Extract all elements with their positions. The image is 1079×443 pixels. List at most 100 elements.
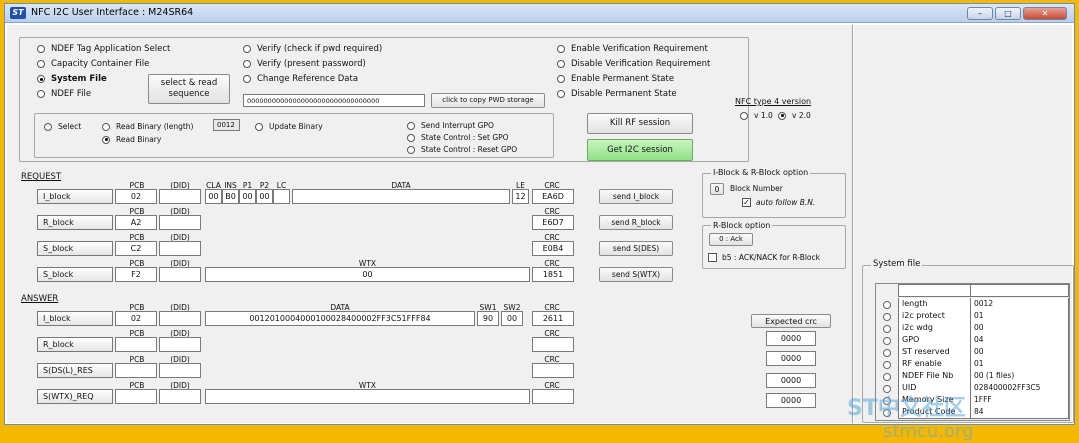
req-r-crc[interactable]: E6D7 — [532, 215, 574, 230]
row-radio[interactable] — [876, 408, 898, 417]
req-swtx-did[interactable] — [159, 267, 201, 282]
block-number-button[interactable]: 0 — [710, 183, 724, 195]
req-r-block-label[interactable]: R_block — [37, 215, 113, 230]
send-s-wtx-button[interactable]: send S(WTX) — [599, 267, 673, 282]
radio-state-set-gpo[interactable]: State Control : Set GPO — [407, 133, 509, 142]
b5-ack-nack-checkbox[interactable]: b5 : ACK/NACK for R-Block — [708, 253, 820, 262]
iblock-option-group — [702, 173, 846, 218]
ans-r-crc[interactable] — [532, 337, 574, 352]
req-s-pcb[interactable]: C2 — [115, 241, 157, 256]
ack-button[interactable]: 0 : Ack — [709, 233, 753, 246]
req-r-pcb[interactable]: A2 — [115, 215, 157, 230]
req-i-ins[interactable]: B0 — [222, 189, 239, 204]
close-button[interactable]: ✕ — [1023, 7, 1067, 20]
ans-r-pcb[interactable] — [115, 337, 157, 352]
req-i-pcb[interactable]: 02 — [115, 189, 157, 204]
radio-disable-verification[interactable]: Disable Verification Requirement — [557, 59, 710, 69]
req-i-block-label[interactable]: I_block — [37, 189, 113, 204]
send-r-block-button[interactable]: send R_block — [599, 215, 673, 230]
radio-capacity-container[interactable]: Capacity Container File — [37, 59, 149, 69]
ans-swtx-crc[interactable] — [532, 389, 574, 404]
radio-label: System File — [51, 74, 107, 84]
ans-sdes-crc[interactable] — [532, 363, 574, 378]
system-field-value[interactable]: 84 — [971, 406, 1069, 419]
ans-i-crc[interactable]: 2611 — [532, 311, 574, 326]
req-i-p1[interactable]: 00 — [239, 189, 256, 204]
radio-read-binary[interactable]: Read Binary — [102, 135, 161, 144]
row-radio[interactable] — [876, 372, 898, 381]
password-field[interactable]: 00000000000000000000000000000000 — [243, 94, 425, 107]
system-file-row[interactable]: Product Code 84 — [876, 406, 1071, 419]
row-radio[interactable] — [876, 360, 898, 369]
ans-swtx-did[interactable] — [159, 389, 201, 404]
ans-swtx-pcb[interactable] — [115, 389, 157, 404]
expected-crc-4[interactable]: 0000 — [766, 393, 816, 408]
row-radio[interactable] — [876, 300, 898, 309]
req-i-cla[interactable]: 00 — [205, 189, 222, 204]
radio-v2[interactable]: v 2.0 — [778, 111, 811, 120]
row-radio[interactable] — [876, 348, 898, 357]
row-radio[interactable] — [876, 324, 898, 333]
copy-pwd-button[interactable]: click to copy PWD storage — [431, 93, 545, 108]
req-i-le[interactable]: 12 — [512, 189, 529, 204]
ans-r-block-label[interactable]: R_block — [37, 337, 113, 352]
ans-s-wtx-label[interactable]: S(WTX)_REQ — [37, 389, 113, 404]
radio-ndef-file[interactable]: NDEF File — [37, 89, 91, 99]
send-s-des-button[interactable]: send S(DES) — [599, 241, 673, 256]
req-i-lc[interactable] — [273, 189, 290, 204]
req-swtx-crc[interactable]: 1851 — [532, 267, 574, 282]
radio-enable-verification[interactable]: Enable Verification Requirement — [557, 44, 708, 54]
req-i-data[interactable] — [292, 189, 510, 204]
radio-ndef-tag-select[interactable]: NDEF Tag Application Select — [37, 44, 170, 54]
radio-change-reference[interactable]: Change Reference Data — [243, 74, 358, 84]
req-s-wtx-label[interactable]: S_block — [37, 267, 113, 282]
radio-enable-permanent[interactable]: Enable Permanent State — [557, 74, 674, 84]
radio-send-interrupt[interactable]: Send Interrupt GPO — [407, 121, 494, 130]
req-i-did[interactable] — [159, 189, 201, 204]
req-s-crc[interactable]: E0B4 — [532, 241, 574, 256]
maximize-button[interactable]: □ — [995, 7, 1021, 20]
ans-sdes-pcb[interactable] — [115, 363, 157, 378]
expected-crc-3[interactable]: 0000 — [766, 373, 816, 388]
ans-r-did[interactable] — [159, 337, 201, 352]
radio-verify-present[interactable]: Verify (present password) — [243, 59, 366, 69]
radio-system-file[interactable]: System File — [37, 74, 107, 84]
row-radio[interactable] — [876, 384, 898, 393]
select-read-sequence-button[interactable]: select & read sequence — [148, 74, 230, 104]
send-i-block-button[interactable]: send I_block — [599, 189, 673, 204]
ans-sdes-did[interactable] — [159, 363, 201, 378]
ans-i-sw2[interactable]: 00 — [501, 311, 523, 326]
ans-i-block-label[interactable]: I_block — [37, 311, 113, 326]
radio-update-binary[interactable]: Update Binary — [255, 122, 323, 131]
ans-i-data[interactable]: 0012010004000100028400002FF3C51FFF84 — [205, 311, 475, 326]
ans-i-sw1[interactable]: 90 — [477, 311, 499, 326]
req-swtx-pcb[interactable]: F2 — [115, 267, 157, 282]
req-s-block-label[interactable]: S_block — [37, 241, 113, 256]
req-s-did[interactable] — [159, 241, 201, 256]
row-radio[interactable] — [876, 312, 898, 321]
req-r-did[interactable] — [159, 215, 201, 230]
radio-v1[interactable]: v 1.0 — [740, 111, 773, 120]
row-radio[interactable] — [876, 396, 898, 405]
ans-swtx-wtx[interactable] — [205, 389, 530, 404]
auto-follow-checkbox[interactable]: ✓ auto follow B.N. — [742, 198, 815, 207]
radio-read-binary-length[interactable]: Read Binary (length) — [102, 122, 193, 131]
expected-crc-2[interactable]: 0000 — [766, 351, 816, 366]
minimize-button[interactable]: – — [967, 7, 993, 20]
row-radio[interactable] — [876, 336, 898, 345]
kill-rf-session-button[interactable]: Kill RF session — [587, 113, 693, 134]
req-swtx-wtx[interactable]: 00 — [205, 267, 530, 282]
radio-select[interactable]: Select — [44, 122, 81, 131]
ans-i-did[interactable] — [159, 311, 201, 326]
radio-verify-check[interactable]: Verify (check if pwd required) — [243, 44, 382, 54]
expected-crc-button[interactable]: Expected crc — [751, 314, 831, 328]
ans-s-des-label[interactable]: S(DS(L)_RES — [37, 363, 113, 378]
req-i-p2[interactable]: 00 — [256, 189, 273, 204]
expected-crc-1[interactable]: 0000 — [766, 331, 816, 346]
get-i2c-session-button[interactable]: Get I2C session — [587, 139, 693, 161]
radio-disable-permanent[interactable]: Disable Permanent State — [557, 89, 677, 99]
radio-state-reset-gpo[interactable]: State Control : Reset GPO — [407, 145, 517, 154]
req-i-crc[interactable]: EA6D — [532, 189, 574, 204]
ans-i-pcb[interactable]: 02 — [115, 311, 157, 326]
length-field[interactable]: 0012 — [213, 119, 240, 131]
